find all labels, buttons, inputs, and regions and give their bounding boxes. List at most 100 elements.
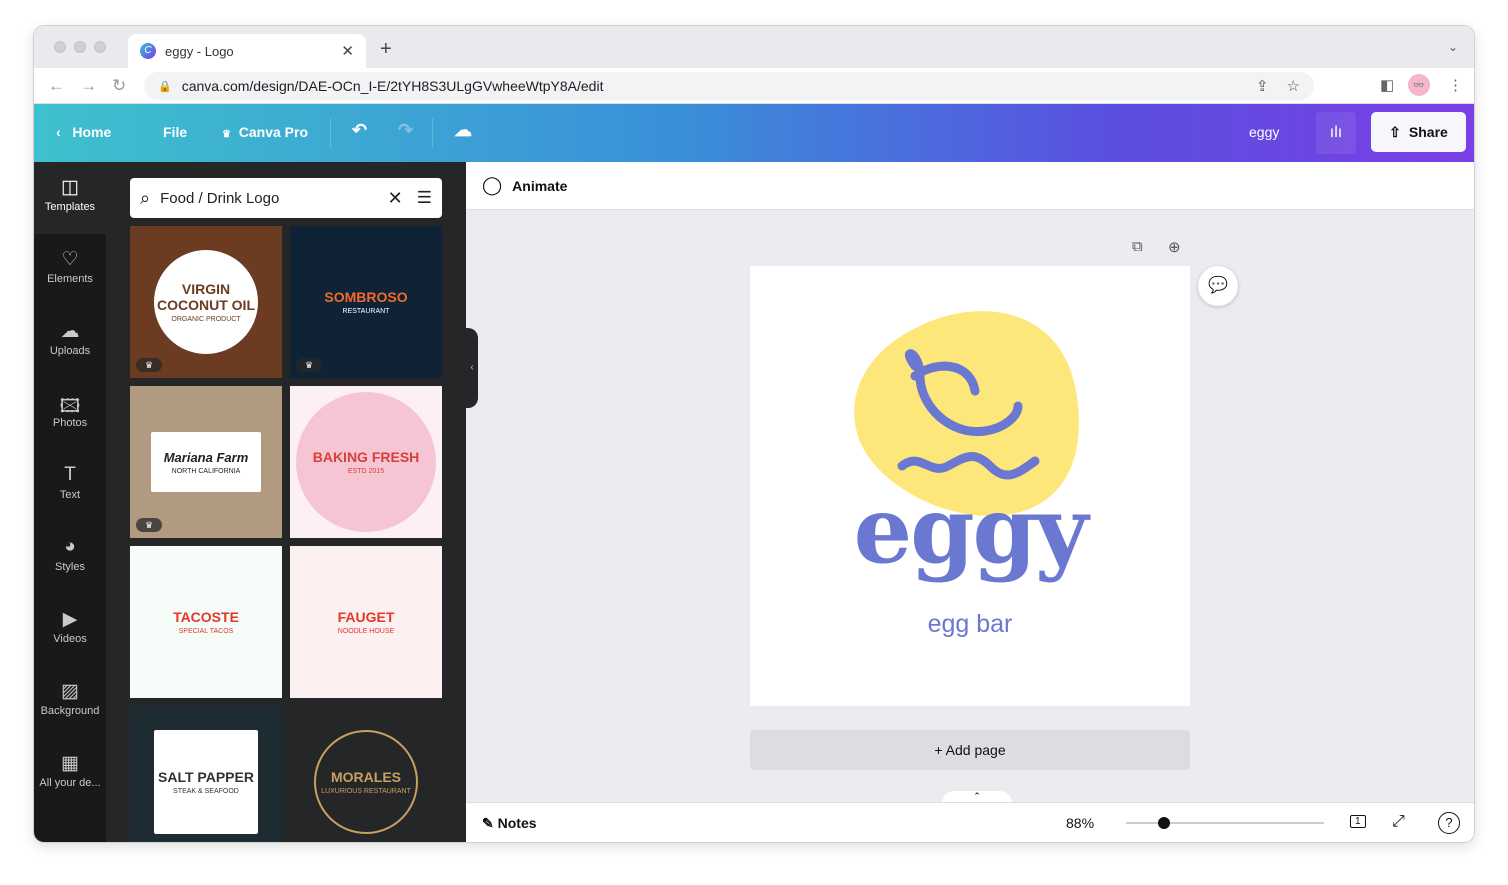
clear-search-icon[interactable]: ✕ (388, 188, 403, 209)
template-title: MORALES (331, 769, 401, 785)
wordmark[interactable]: eggy (750, 476, 1190, 584)
pro-crown-icon: ♛ (136, 358, 162, 372)
sidebar-item-templates[interactable]: ◫ Templates (34, 162, 106, 234)
sidebar-item-uploads[interactable]: ☁ Uploads (34, 306, 106, 378)
sidebar-item-label: Text (59, 489, 81, 501)
styles-icon: ◕ (64, 536, 76, 557)
reload-icon[interactable]: ↻ (112, 76, 126, 96)
templates-icon: ◫ (61, 177, 79, 198)
upload-icon: ☁ (60, 321, 80, 342)
template-thumbnail[interactable]: FAUGET NOODLE HOUSE (290, 546, 442, 698)
template-subtitle: STEAK & SEAFOOD (173, 788, 239, 795)
sidebar-toggle-icon[interactable]: ◧ (1380, 76, 1394, 94)
sidebar: ◫ Templates ♡ Elements ☁ Uploads 🖾 Photos T Text ◕… (34, 162, 106, 842)
sidebar-item-elements[interactable]: ♡ Elements (34, 234, 106, 306)
sidebar-item-photos[interactable]: 🖾 Photos (34, 378, 106, 450)
new-tab-button[interactable]: + (380, 38, 392, 61)
sidebar-item-label: Uploads (49, 345, 91, 357)
sidebar-item-label: Photos (52, 417, 88, 429)
pro-crown-icon: ♛ (136, 518, 162, 532)
zoom-slider-handle[interactable] (1157, 817, 1170, 829)
menu-kebab-icon[interactable]: ⋮ (1448, 76, 1463, 94)
template-subtitle: LUXURIOUS RESTAURANT (321, 788, 411, 795)
bottom-bar: ✎ Notes 88% 1 ⤢ ? (466, 802, 1474, 842)
redo-icon[interactable]: ↷ (398, 120, 413, 141)
template-thumbnail[interactable]: SOMBROSO RESTAURANT ♛ (290, 226, 442, 378)
template-subtitle: NORTH CALIFORNIA (171, 467, 241, 475)
bookmark-star-icon[interactable]: ☆ (1287, 77, 1300, 95)
sidebar-item-all-your-de[interactable]: ▦ All your de... (34, 738, 106, 810)
pro-crown-icon: ♛ (296, 358, 322, 372)
fullscreen-icon[interactable]: ⤢ (1392, 813, 1405, 831)
browser-tab[interactable]: C eggy - Logo ✕ (128, 34, 366, 68)
canva-header: ‹ Home File ♛ Canva Pro ↶ ↷ ☁ eggy ılı ⇧… (34, 104, 1474, 162)
template-title: TACOSTE (173, 609, 239, 625)
collapse-panel-button[interactable]: ‹ (466, 328, 478, 408)
sidebar-item-text[interactable]: T Text (34, 450, 106, 522)
notes-button[interactable]: ✎ Notes (482, 815, 537, 832)
home-button[interactable]: ‹ Home (56, 124, 111, 140)
template-thumbnail[interactable]: VIRGIN COCONUT OIL ORGANIC PRODUCT ♛ (130, 226, 282, 378)
template-thumbnail[interactable]: SALT PAPPER STEAK & SEAFOOD (130, 706, 282, 842)
sidebar-item-videos[interactable]: ▶ Videos (34, 594, 106, 666)
back-icon[interactable]: ← (48, 76, 65, 96)
template-subtitle: SPECIAL TACOS (178, 628, 234, 635)
window-controls[interactable] (54, 41, 106, 53)
canva-pro-button[interactable]: ♛ Canva Pro (222, 124, 308, 140)
undo-icon[interactable]: ↶ (352, 120, 367, 141)
tab-list-chevron-icon[interactable]: ⌄ (1448, 40, 1458, 54)
share-page-icon[interactable]: ⇪ (1256, 77, 1269, 95)
animate-icon: ◯ (482, 175, 503, 195)
crown-icon: ♛ (222, 129, 231, 140)
sidebar-item-label: Templates (44, 201, 96, 213)
template-search-input[interactable]: ⌕ Food / Drink Logo ✕ ☰ (130, 178, 442, 218)
tagline[interactable]: egg bar (750, 610, 1190, 639)
sidebar-item-label: Background (40, 705, 100, 717)
templates-panel: ⌕ Food / Drink Logo ✕ ☰ VIRGIN COCONUT O… (106, 162, 466, 842)
template-thumbnail[interactable]: TACOSTE SPECIAL TACOS (130, 546, 282, 698)
animate-button[interactable]: Animate (512, 178, 567, 194)
sidebar-item-label: Videos (53, 633, 87, 645)
sidebar-item-styles[interactable]: ◕ Styles (34, 522, 106, 594)
filter-icon[interactable]: ☰ (417, 188, 432, 208)
lock-icon: 🔒 (158, 80, 172, 93)
divider (330, 118, 331, 148)
template-title: VIRGIN COCONUT OIL (157, 281, 255, 313)
template-subtitle: ESTD 2015 (347, 468, 385, 475)
editor-toolbar: ◯ Animate (466, 162, 1474, 210)
file-menu[interactable]: File (163, 124, 187, 140)
zoom-slider[interactable] (1126, 817, 1324, 829)
design-name[interactable]: eggy (1249, 124, 1279, 140)
template-thumbnail[interactable]: Mariana Farm NORTH CALIFORNIA ♛ (130, 386, 282, 538)
url-input[interactable]: 🔒 canva.com/design/DAE-OCn_I-E/2tYH8S3UL… (144, 72, 1314, 100)
design-page[interactable]: eggy egg bar (750, 266, 1190, 706)
share-button[interactable]: ⇧ Share (1371, 112, 1466, 152)
template-title: BAKING FRESH (312, 449, 420, 465)
template-title: Mariana Farm (163, 449, 249, 465)
template-subtitle: NOODLE HOUSE (337, 628, 395, 635)
add-page-button[interactable]: + Add page (750, 730, 1190, 770)
template-thumbnail[interactable]: MORALES LUXURIOUS RESTAURANT (290, 706, 442, 842)
insights-chart-icon[interactable]: ılı (1316, 112, 1356, 154)
divider (432, 118, 433, 148)
template-subtitle: RESTAURANT (342, 308, 390, 315)
template-thumbnail[interactable]: BAKING FRESH ESTD 2015 (290, 386, 442, 538)
close-tab-icon[interactable]: ✕ (341, 42, 354, 60)
profile-avatar[interactable]: 👓 (1408, 74, 1430, 96)
duplicate-page-icon[interactable]: ⧉ (1132, 238, 1143, 255)
template-subtitle: ORGANIC PRODUCT (171, 316, 241, 323)
sidebar-item-background[interactable]: ▨ Background (34, 666, 106, 738)
sidebar-item-label: Elements (47, 273, 93, 285)
add-page-icon[interactable]: ⊕ (1168, 238, 1181, 256)
forward-icon[interactable]: → (80, 76, 97, 96)
tab-title: eggy - Logo (165, 43, 234, 59)
help-icon[interactable]: ? (1438, 812, 1460, 834)
background-icon: ▨ (61, 681, 79, 702)
tab-bar: C eggy - Logo ✕ + ⌄ (34, 26, 1474, 68)
template-title: FAUGET (337, 609, 395, 625)
cloud-saved-icon[interactable]: ☁ (454, 120, 472, 141)
sidebar-item-label: Styles (55, 561, 85, 573)
zoom-level[interactable]: 88% (1066, 815, 1094, 831)
page-count-button[interactable]: 1 (1350, 815, 1366, 828)
add-comment-button[interactable]: 💬 (1198, 266, 1238, 306)
